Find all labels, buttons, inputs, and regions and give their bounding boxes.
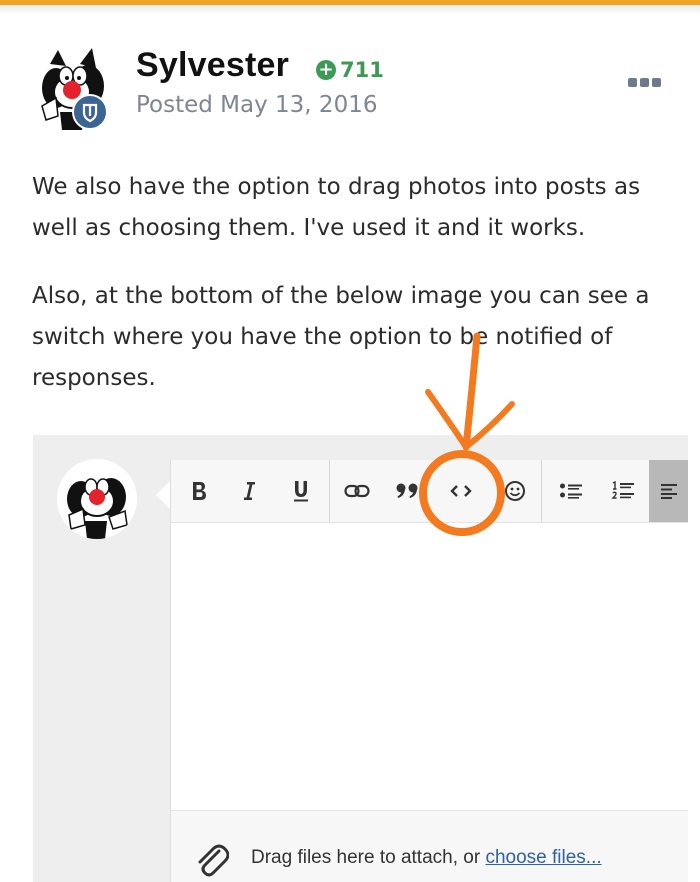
post-paragraph: We also have the option to drag photos i… — [32, 174, 641, 241]
align-left-icon[interactable] — [649, 460, 688, 522]
post-paragraph: Also, at the bottom of the below image y… — [32, 283, 650, 391]
moderator-badge-icon — [72, 94, 108, 130]
italic-icon[interactable] — [229, 460, 269, 522]
plus-circle-icon: + — [316, 60, 336, 80]
bold-icon[interactable] — [179, 460, 219, 522]
reputation-badge: + 711 — [316, 58, 384, 82]
post-editor: Drag files here to attach, or choose fil… — [170, 460, 688, 882]
editor-pointer — [156, 481, 170, 509]
quote-icon[interactable] — [387, 460, 427, 522]
toolbar-separator — [541, 460, 542, 522]
underline-icon[interactable] — [281, 460, 321, 522]
code-icon[interactable] — [439, 460, 483, 522]
embedded-screenshot: Drag files here to attach, or choose fil… — [33, 435, 688, 882]
post-date: Posted May 13, 2016 — [136, 92, 378, 118]
toolbar-separator — [329, 460, 330, 522]
more-options-icon[interactable] — [628, 72, 668, 92]
top-shadow — [0, 5, 700, 15]
editor-toolbar — [171, 460, 688, 523]
bulleted-list-icon[interactable] — [549, 460, 593, 522]
numbered-list-icon[interactable] — [601, 460, 645, 522]
editor-avatar — [57, 459, 137, 539]
reputation-count: 711 — [340, 58, 384, 82]
paperclip-icon — [193, 839, 230, 882]
link-icon[interactable] — [335, 460, 379, 522]
choose-files-link[interactable]: choose files... — [485, 847, 601, 868]
emoji-icon[interactable] — [493, 460, 537, 522]
attachment-instructions: Drag files here to attach, or choose fil… — [251, 847, 602, 869]
attachment-text: Drag files here to attach, or — [251, 847, 486, 868]
author-name[interactable]: Sylvester — [136, 46, 289, 85]
attachment-bar[interactable]: Drag files here to attach, or choose fil… — [171, 810, 688, 882]
